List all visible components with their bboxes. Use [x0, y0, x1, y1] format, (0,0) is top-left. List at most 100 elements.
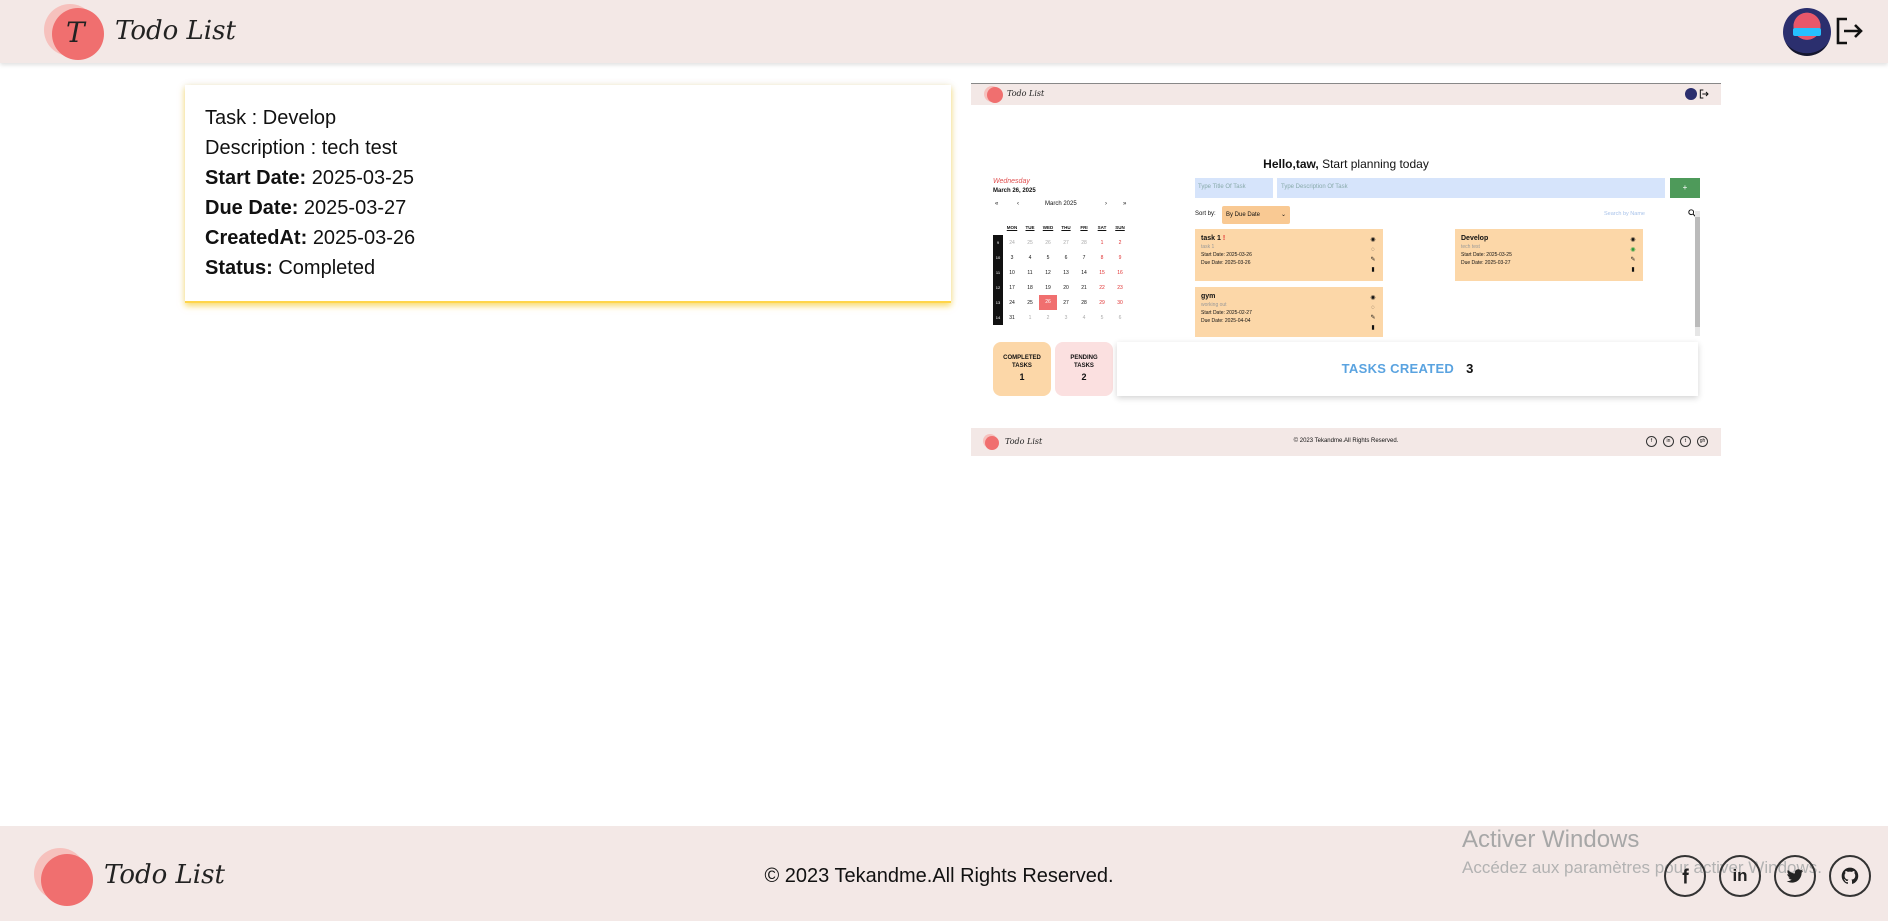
preview-cal-day: 5	[1100, 314, 1104, 321]
preview-cal-day: 2	[1046, 314, 1050, 321]
task-due-label: Due Date:	[205, 197, 299, 219]
preview-cal-day: 26	[1045, 239, 1051, 246]
preview-cal-week-number: 10	[993, 250, 1003, 265]
task-title-line: Task : Develop	[205, 103, 931, 133]
preview-tasks-created-label: TASKS CREATED	[1341, 361, 1455, 376]
preview-cal-day: 11	[1027, 269, 1033, 276]
preview-task-desc: task 1	[1201, 244, 1215, 250]
preview-task-actions: ◉ ◌ ✎ ▮	[1369, 235, 1377, 275]
preview-task-start: Start Date: 2025-02-27	[1201, 310, 1252, 316]
preview-cal-weekday-header: MON	[1006, 225, 1018, 230]
preview-sort-select: By Due Date ⌄	[1222, 206, 1290, 224]
eye-icon: ◉	[1370, 295, 1376, 301]
preview-cal-day: 16	[1117, 269, 1123, 276]
preview-description-input: Type Description Of Task	[1277, 178, 1665, 198]
preview-cal-prev-month: ‹	[1017, 201, 1019, 207]
preview-task-desc: working out	[1201, 302, 1227, 308]
task-status-value: Completed	[278, 257, 376, 279]
task-due-line: Due Date: 2025-03-27	[205, 193, 931, 223]
task-description-label: Description :	[205, 137, 322, 159]
logout-icon[interactable]	[1834, 16, 1864, 46]
preview-cal-day: 24	[1009, 299, 1015, 306]
windows-activation-title: Activer Windows	[1462, 826, 1640, 853]
preview-weekday: Wednesday	[993, 178, 1030, 185]
trash-icon: ▮	[1631, 267, 1635, 273]
preview-cal-day: 28	[1081, 239, 1087, 246]
preview-avatar	[1685, 88, 1697, 100]
preview-linkedin-icon: in	[1663, 436, 1674, 447]
task-title-label: Task :	[205, 107, 263, 129]
preview-cal-day: 12	[1045, 269, 1051, 276]
preview-sort-value: By Due Date	[1226, 212, 1261, 218]
github-icon[interactable]	[1829, 855, 1871, 897]
preview-cal-day: 31	[1009, 314, 1015, 321]
preview-cal-day: 4	[1082, 314, 1086, 321]
task-created-value: 2025-03-26	[312, 227, 416, 249]
task-status-line: Status: Completed	[205, 253, 931, 283]
preview-cal-day: 7	[1082, 254, 1086, 261]
preview-cal-day: 21	[1081, 284, 1087, 291]
preview-cal-day: 1	[1100, 239, 1104, 246]
preview-cal-weekday-header: WED	[1042, 225, 1054, 230]
preview-cal-week-number: 12	[993, 280, 1003, 295]
preview-greeting: Hello,taw, Start planning today	[971, 157, 1721, 171]
preview-cal-day: 5	[1046, 254, 1050, 261]
preview-pending-count: 2	[1081, 372, 1087, 382]
preview-cal-day: 18	[1027, 284, 1033, 291]
task-start-line: Start Date: 2025-03-25	[205, 163, 931, 193]
preview-cal-day: 25	[1027, 299, 1033, 306]
preview-footer: Todo List © 2023 Tekandme.All Rights Res…	[971, 428, 1721, 456]
preview-cal-day: 17	[1009, 284, 1015, 291]
preview-task-card: gym working out Start Date: 2025-02-27 D…	[1195, 287, 1383, 337]
preview-cal-next-month: ›	[1105, 201, 1107, 207]
eye-icon: ◉	[1370, 237, 1376, 243]
edit-icon: ✎	[1370, 315, 1376, 321]
preview-cal-week-number: 13	[993, 295, 1003, 310]
preview-cal-day: 27	[1063, 299, 1069, 306]
preview-completed-count: 1	[1019, 372, 1025, 382]
edit-icon: ✎	[1630, 257, 1636, 263]
twitter-icon[interactable]	[1774, 855, 1816, 897]
preview-task-flag: !	[1222, 235, 1226, 242]
preview-cal-week-number: 14	[993, 310, 1003, 325]
preview-cal-weekday-header: TUE	[1025, 225, 1035, 230]
user-avatar[interactable]	[1783, 8, 1831, 56]
preview-footer-copyright: © 2023 Tekandme.All Rights Reserved.	[1293, 438, 1399, 444]
preview-cal-day: 8	[1100, 254, 1104, 261]
check-icon: ◉	[1630, 247, 1636, 253]
preview-task-due: Due Date: 2025-04-04	[1201, 318, 1251, 324]
preview-task-actions: ◉ ◉ ✎ ▮	[1629, 235, 1637, 275]
app-logo[interactable]: T Todo List	[40, 0, 240, 63]
top-navbar: T Todo List	[0, 0, 1888, 63]
logo-letter: T	[66, 16, 85, 49]
preview-cal-weekday-header: FRI	[1080, 225, 1088, 230]
task-created-label: CreatedAt:	[205, 227, 308, 249]
preview-cal-day: 26	[1039, 295, 1057, 310]
preview-cal-day: 25	[1027, 239, 1033, 246]
preview-title-input: Type Title Of Task	[1195, 178, 1273, 198]
facebook-icon[interactable]	[1664, 855, 1706, 897]
app-preview-screenshot: Todo List Hello,taw, Start planning toda…	[971, 83, 1721, 456]
linkedin-icon[interactable]: in	[1719, 855, 1761, 897]
preview-search-input: Search by Name	[1604, 211, 1645, 217]
task-due-value: 2025-03-27	[303, 197, 407, 219]
logo-text: Todo List	[115, 16, 236, 46]
preview-cal-day: 1	[1028, 314, 1032, 321]
preview-date: March 26, 2025	[993, 188, 1036, 194]
preview-github-icon: gh	[1697, 436, 1708, 447]
preview-cal-day: 19	[1045, 284, 1051, 291]
preview-cal-day: 13	[1063, 269, 1069, 276]
preview-facebook-icon: f	[1646, 436, 1657, 447]
preview-cal-day: 10	[1009, 269, 1015, 276]
windows-activation-subtitle: Accédez aux paramètres pour activer Wind…	[1462, 858, 1822, 877]
trash-icon: ▮	[1371, 325, 1375, 331]
preview-task-card: task 1 ! task 1 Start Date: 2025-03-26 D…	[1195, 229, 1383, 281]
preview-cal-day: 20	[1063, 284, 1069, 291]
task-created-line: CreatedAt: 2025-03-26	[205, 223, 931, 253]
preview-cal-day: 28	[1081, 299, 1087, 306]
preview-logout-icon	[1699, 89, 1709, 99]
task-title-value: Develop	[262, 107, 337, 129]
preview-cal-day: 30	[1117, 299, 1123, 306]
preview-tasks-created-count: 3	[1466, 361, 1474, 376]
preview-cal-day: 27	[1063, 239, 1069, 246]
